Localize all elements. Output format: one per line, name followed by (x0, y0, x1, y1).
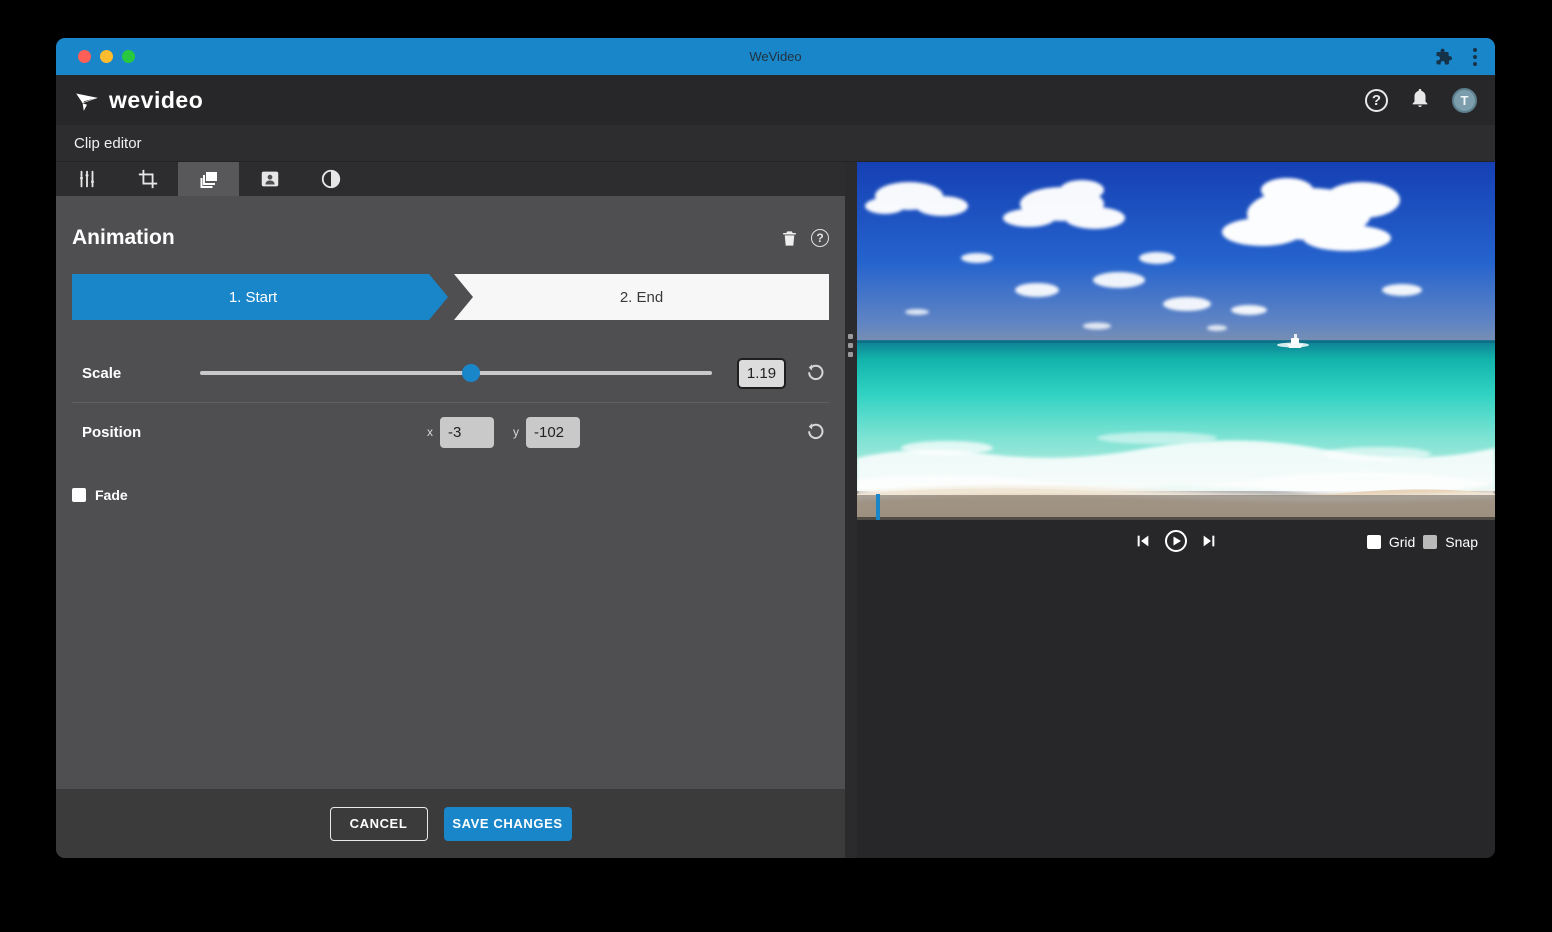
preview-area: Grid Snap (857, 162, 1495, 858)
scale-slider-thumb[interactable] (462, 364, 481, 382)
position-label: Position (82, 423, 142, 441)
beach-video-frame (857, 162, 1495, 520)
position-row: Position x y (72, 403, 829, 461)
preview-controls: Grid Snap (857, 520, 1495, 564)
drag-handle-icon (848, 334, 853, 357)
editor-panel: Animation ? 1. Start 2. End Scale 1.19 P… (56, 162, 845, 858)
position-x-input[interactable] (440, 416, 494, 448)
tab-animation[interactable] (178, 162, 239, 196)
tab-portrait[interactable] (239, 162, 300, 196)
animation-panel: Animation ? 1. Start 2. End Scale 1.19 P… (56, 196, 845, 789)
tab-crop[interactable] (117, 162, 178, 196)
delete-animation-trash-icon[interactable] (780, 228, 799, 249)
keyframe-steps: 1. Start 2. End (72, 274, 829, 320)
help-icon[interactable]: ? (1365, 88, 1388, 112)
position-reset-button[interactable] (803, 420, 827, 444)
editor-tabbar (56, 162, 845, 196)
skip-start-icon (1137, 535, 1149, 546)
position-y-label: y (513, 425, 519, 439)
preview-empty-space (857, 564, 1495, 858)
scale-label: Scale (82, 364, 122, 382)
tab-contrast[interactable] (300, 162, 361, 196)
reset-undo-icon (808, 364, 824, 381)
portrait-icon (261, 171, 278, 187)
panel-footer: CANCEL SAVE CHANGES (56, 789, 845, 858)
skip-end-icon (1203, 535, 1215, 546)
snap-label: Snap (1445, 534, 1478, 550)
sliders-icon (79, 170, 94, 188)
fade-checkbox[interactable] (72, 488, 86, 502)
window-title: WeVideo (749, 49, 802, 64)
preview-scrub-bar[interactable] (857, 495, 1495, 520)
skip-to-start-button[interactable] (1135, 533, 1151, 552)
wevideo-window: WeVideo wevideo ? T Clip editor Animatio… (56, 38, 1495, 858)
wevideo-plane-icon (76, 93, 98, 111)
notifications-bell-icon[interactable] (1409, 87, 1431, 114)
reset-undo-icon (808, 423, 824, 440)
scale-slider-track[interactable] (200, 371, 712, 375)
tab-adjust[interactable] (56, 162, 117, 196)
step-end-tab[interactable]: 2. End (454, 274, 829, 320)
panel-resize-divider[interactable] (845, 162, 857, 858)
scale-reset-button[interactable] (803, 361, 827, 385)
position-x-label: x (427, 425, 433, 439)
play-icon (1165, 529, 1187, 552)
breadcrumb-bar: Clip editor (56, 125, 1495, 162)
fade-label: Fade (95, 487, 128, 503)
position-y-input[interactable] (526, 416, 580, 448)
app-header: wevideo ? T (56, 75, 1495, 125)
snap-checkbox[interactable] (1423, 535, 1438, 549)
wevideo-logo[interactable]: wevideo (74, 87, 203, 114)
user-avatar[interactable]: T (1452, 87, 1477, 113)
crop-icon (138, 169, 157, 189)
layers-icon (200, 172, 217, 188)
scale-row: Scale (72, 344, 829, 402)
cancel-button[interactable]: CANCEL (329, 806, 428, 841)
scale-slider[interactable] (200, 363, 712, 383)
fade-row: Fade (72, 487, 829, 503)
grid-checkbox[interactable] (1366, 535, 1381, 549)
grid-label: Grid (1388, 534, 1416, 550)
playhead[interactable] (876, 494, 880, 520)
video-preview[interactable] (857, 162, 1495, 520)
contrast-icon (321, 169, 340, 189)
panel-title: Animation (72, 226, 175, 249)
logo-text: wevideo (109, 86, 204, 113)
browser-titlebar: WeVideo (56, 38, 1495, 75)
sky (857, 162, 1495, 344)
scale-value-input[interactable] (737, 357, 786, 389)
breadcrumb: Clip editor (74, 134, 142, 152)
panel-help-icon[interactable]: ? (811, 229, 829, 247)
skip-to-end-button[interactable] (1201, 533, 1217, 552)
save-changes-button[interactable]: SAVE CHANGES (443, 806, 572, 841)
step-start-tab[interactable]: 1. Start (72, 274, 448, 320)
play-button[interactable] (1164, 529, 1188, 556)
